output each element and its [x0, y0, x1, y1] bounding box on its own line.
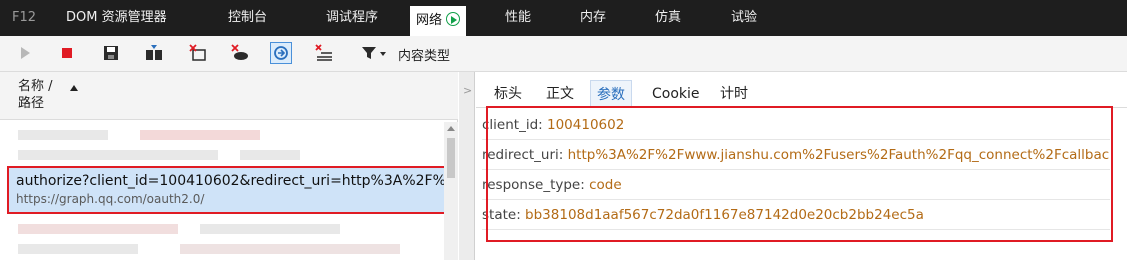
tab-dom-explorer[interactable]: DOM 资源管理器	[66, 0, 167, 36]
request-list-panel: 名称 / 路径 authorize?client_id=100410602&re…	[0, 72, 458, 260]
tab-memory[interactable]: 内存	[580, 0, 606, 36]
save-icon[interactable]	[100, 42, 122, 64]
tab-parameters[interactable]: 参数	[590, 80, 632, 108]
request-list-header: 名称 / 路径	[0, 72, 458, 120]
request-list-scrollbar[interactable]	[444, 122, 458, 260]
list-item-obscured[interactable]	[0, 124, 442, 146]
f12-label: F12	[12, 10, 37, 25]
tab-body[interactable]: 正文	[540, 80, 580, 108]
highlight-box-params	[486, 106, 1113, 242]
highlight-box-request	[7, 166, 447, 214]
tab-timings[interactable]: 计时	[714, 80, 754, 108]
network-toolbar: 内容类型	[0, 36, 1127, 72]
stop-icon[interactable]	[56, 42, 78, 64]
play-icon[interactable]	[14, 42, 36, 64]
expand-chevron-icon[interactable]: >	[463, 84, 472, 97]
clear-list-icon[interactable]	[313, 42, 335, 64]
path-header-label: 路径	[18, 96, 45, 111]
tab-performance[interactable]: 性能	[505, 0, 531, 36]
tab-experiments[interactable]: 试验	[731, 0, 757, 36]
tab-headers[interactable]: 标头	[488, 80, 528, 108]
detail-tabs: 标头 正文 参数 Cookie 计时	[476, 80, 1127, 108]
devtools-tab-bar: F12 DOM 资源管理器 控制台 调试程序 网络 性能 内存 仿真 试验	[0, 0, 1127, 36]
scroll-up-icon[interactable]	[447, 126, 455, 131]
list-item-obscured[interactable]	[0, 144, 442, 166]
tab-debugger[interactable]: 调试程序	[326, 0, 378, 36]
content-type-filter[interactable]: 内容类型	[398, 45, 450, 64]
import-icon[interactable]	[143, 42, 165, 64]
request-detail-panel: 标头 正文 参数 Cookie 计时 client_id: 100410602 …	[476, 72, 1127, 260]
recording-icon	[446, 12, 461, 26]
always-refresh-icon[interactable]	[270, 42, 292, 64]
name-header-label: 名称 /	[18, 79, 53, 94]
sort-ascending-icon	[70, 85, 78, 91]
clear-cache-icon[interactable]	[229, 42, 251, 64]
tab-network-label: 网络	[416, 13, 443, 28]
list-item-obscured[interactable]	[0, 218, 442, 240]
panel-splitter[interactable]: >	[459, 72, 475, 260]
tab-emulation[interactable]: 仿真	[655, 0, 681, 36]
name-path-column-header[interactable]: 名称 / 路径	[18, 78, 53, 112]
tab-network[interactable]: 网络	[410, 6, 467, 36]
filter-icon[interactable]	[360, 42, 390, 64]
scrollbar-thumb[interactable]	[447, 138, 455, 178]
tab-console[interactable]: 控制台	[228, 0, 267, 36]
tab-cookies[interactable]: Cookie	[646, 80, 706, 108]
clear-icon[interactable]	[187, 42, 209, 64]
list-item-obscured[interactable]	[0, 238, 442, 260]
